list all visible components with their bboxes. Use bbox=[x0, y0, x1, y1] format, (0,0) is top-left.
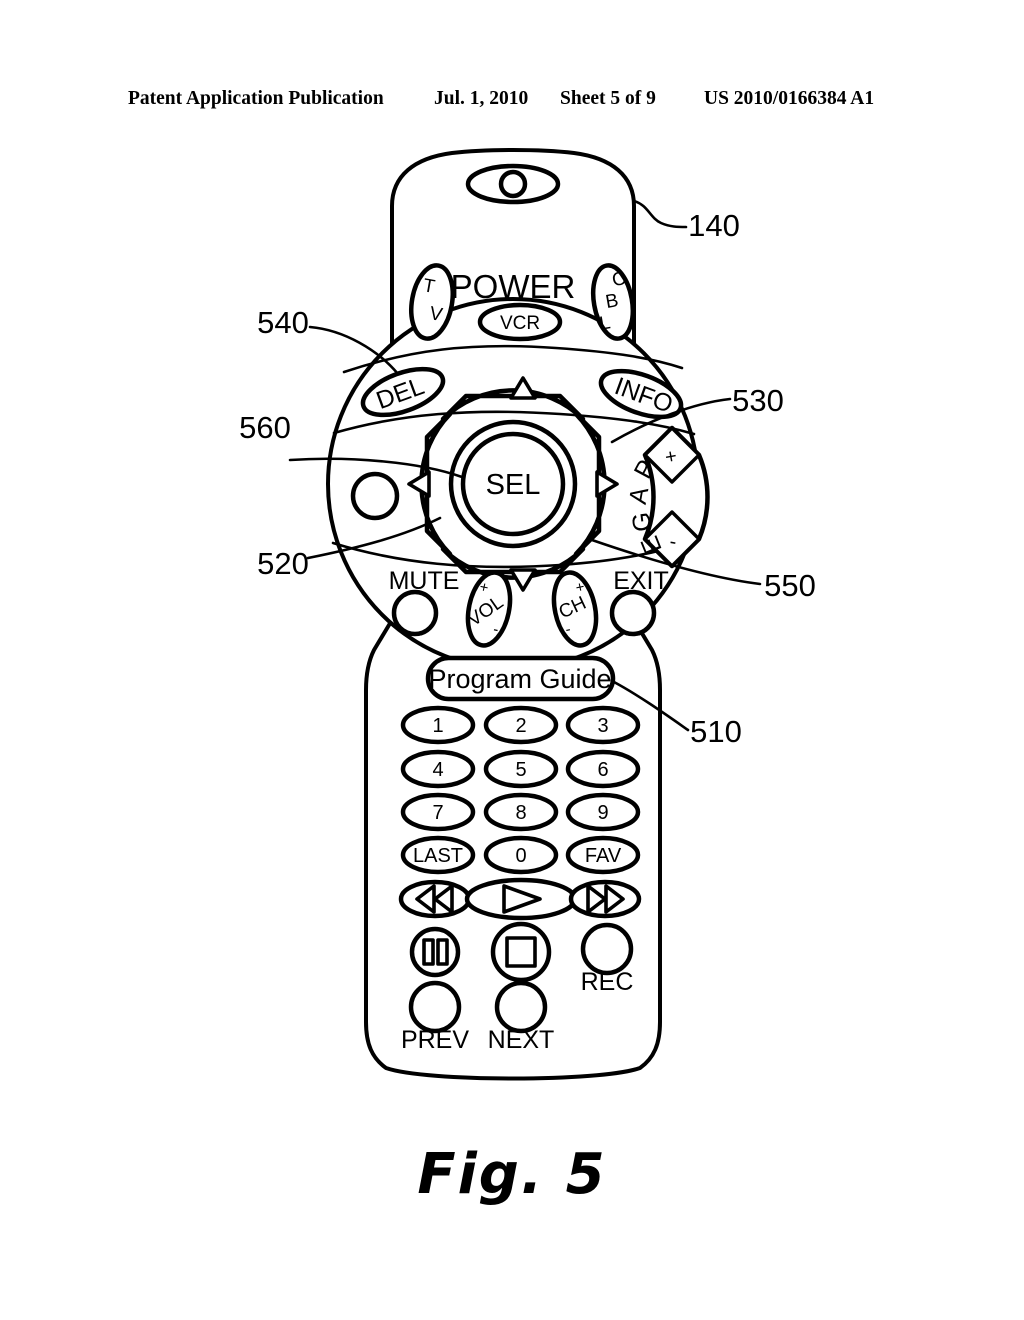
rewind-button[interactable] bbox=[398, 879, 472, 919]
unlabeled-round-button[interactable] bbox=[350, 471, 400, 521]
ir-emitter[interactable] bbox=[465, 163, 561, 205]
keypad-key-8-label: 8 bbox=[515, 802, 526, 824]
stop-button[interactable] bbox=[490, 921, 552, 983]
keypad-key-3-label: 3 bbox=[597, 715, 608, 737]
program-guide-button[interactable]: Program Guide bbox=[425, 655, 616, 702]
next-button-label: NEXT bbox=[488, 1026, 555, 1054]
keypad-key-2-label: 2 bbox=[515, 715, 526, 737]
pause-button[interactable] bbox=[409, 926, 461, 978]
play-button[interactable] bbox=[464, 877, 578, 921]
keypad-key-0[interactable]: 0 bbox=[483, 835, 559, 875]
select-button[interactable]: SEL bbox=[448, 419, 578, 549]
fast-forward-button[interactable] bbox=[568, 879, 642, 919]
keypad-key-2[interactable]: 2 bbox=[483, 705, 559, 745]
keypad-key-5[interactable]: 5 bbox=[483, 749, 559, 789]
power-section-label: POWER bbox=[451, 268, 576, 305]
keypad-key-1[interactable]: 1 bbox=[400, 705, 476, 745]
keypad-key-1-label: 1 bbox=[432, 715, 443, 737]
vcr-power-button[interactable]: VCR bbox=[477, 302, 563, 342]
previous-button-label: PREV bbox=[401, 1026, 469, 1054]
reference-numeral-560: 560 bbox=[239, 410, 291, 445]
leader-line-140 bbox=[632, 199, 688, 229]
keypad-key-3[interactable]: 3 bbox=[565, 705, 641, 745]
exit-button-label: EXIT bbox=[613, 567, 669, 595]
keypad-key-0-label: 0 bbox=[515, 845, 526, 867]
mute-button-label: MUTE bbox=[389, 567, 460, 595]
keypad-key-4-label: 4 bbox=[432, 759, 443, 781]
keypad-key-6-label: 6 bbox=[597, 759, 608, 781]
page-letter-g: G bbox=[627, 511, 657, 534]
reference-numeral-520: 520 bbox=[257, 546, 309, 581]
keypad-key-7[interactable]: 7 bbox=[400, 792, 476, 832]
reference-numeral-540: 540 bbox=[257, 305, 309, 340]
record-button[interactable]: REC bbox=[581, 922, 634, 996]
keypad-key-4[interactable]: 4 bbox=[400, 749, 476, 789]
select-button-label: SEL bbox=[486, 469, 541, 501]
program-guide-label: Program Guide bbox=[428, 664, 611, 694]
keypad-key-7-label: 7 bbox=[432, 802, 443, 824]
keypad-key-6[interactable]: 6 bbox=[565, 749, 641, 789]
figure-5-remote-control-drawing: POWER T V VCR C B L DEL INFO SEL + - P A… bbox=[239, 148, 816, 1081]
keypad-key-9[interactable]: 9 bbox=[565, 792, 641, 832]
keypad-key-fav[interactable]: FAV bbox=[565, 835, 641, 875]
figure-caption: Fig. 5 bbox=[417, 1142, 607, 1207]
keypad-key-fav-label: FAV bbox=[585, 845, 622, 867]
reference-numeral-550: 550 bbox=[764, 568, 816, 603]
keypad-key-9-label: 9 bbox=[597, 802, 608, 824]
reference-numeral-510: 510 bbox=[690, 714, 742, 749]
vcr-button-label: VCR bbox=[500, 313, 540, 334]
keypad-key-last-label: LAST bbox=[413, 845, 463, 867]
reference-numeral-140: 140 bbox=[688, 208, 740, 243]
mute-button[interactable] bbox=[391, 589, 439, 637]
record-button-label: REC bbox=[581, 968, 634, 996]
reference-numeral-530: 530 bbox=[732, 383, 784, 418]
exit-button[interactable] bbox=[609, 589, 657, 637]
keypad-key-8[interactable]: 8 bbox=[483, 792, 559, 832]
keypad-key-last[interactable]: LAST bbox=[400, 835, 476, 875]
keypad-key-5-label: 5 bbox=[515, 759, 526, 781]
